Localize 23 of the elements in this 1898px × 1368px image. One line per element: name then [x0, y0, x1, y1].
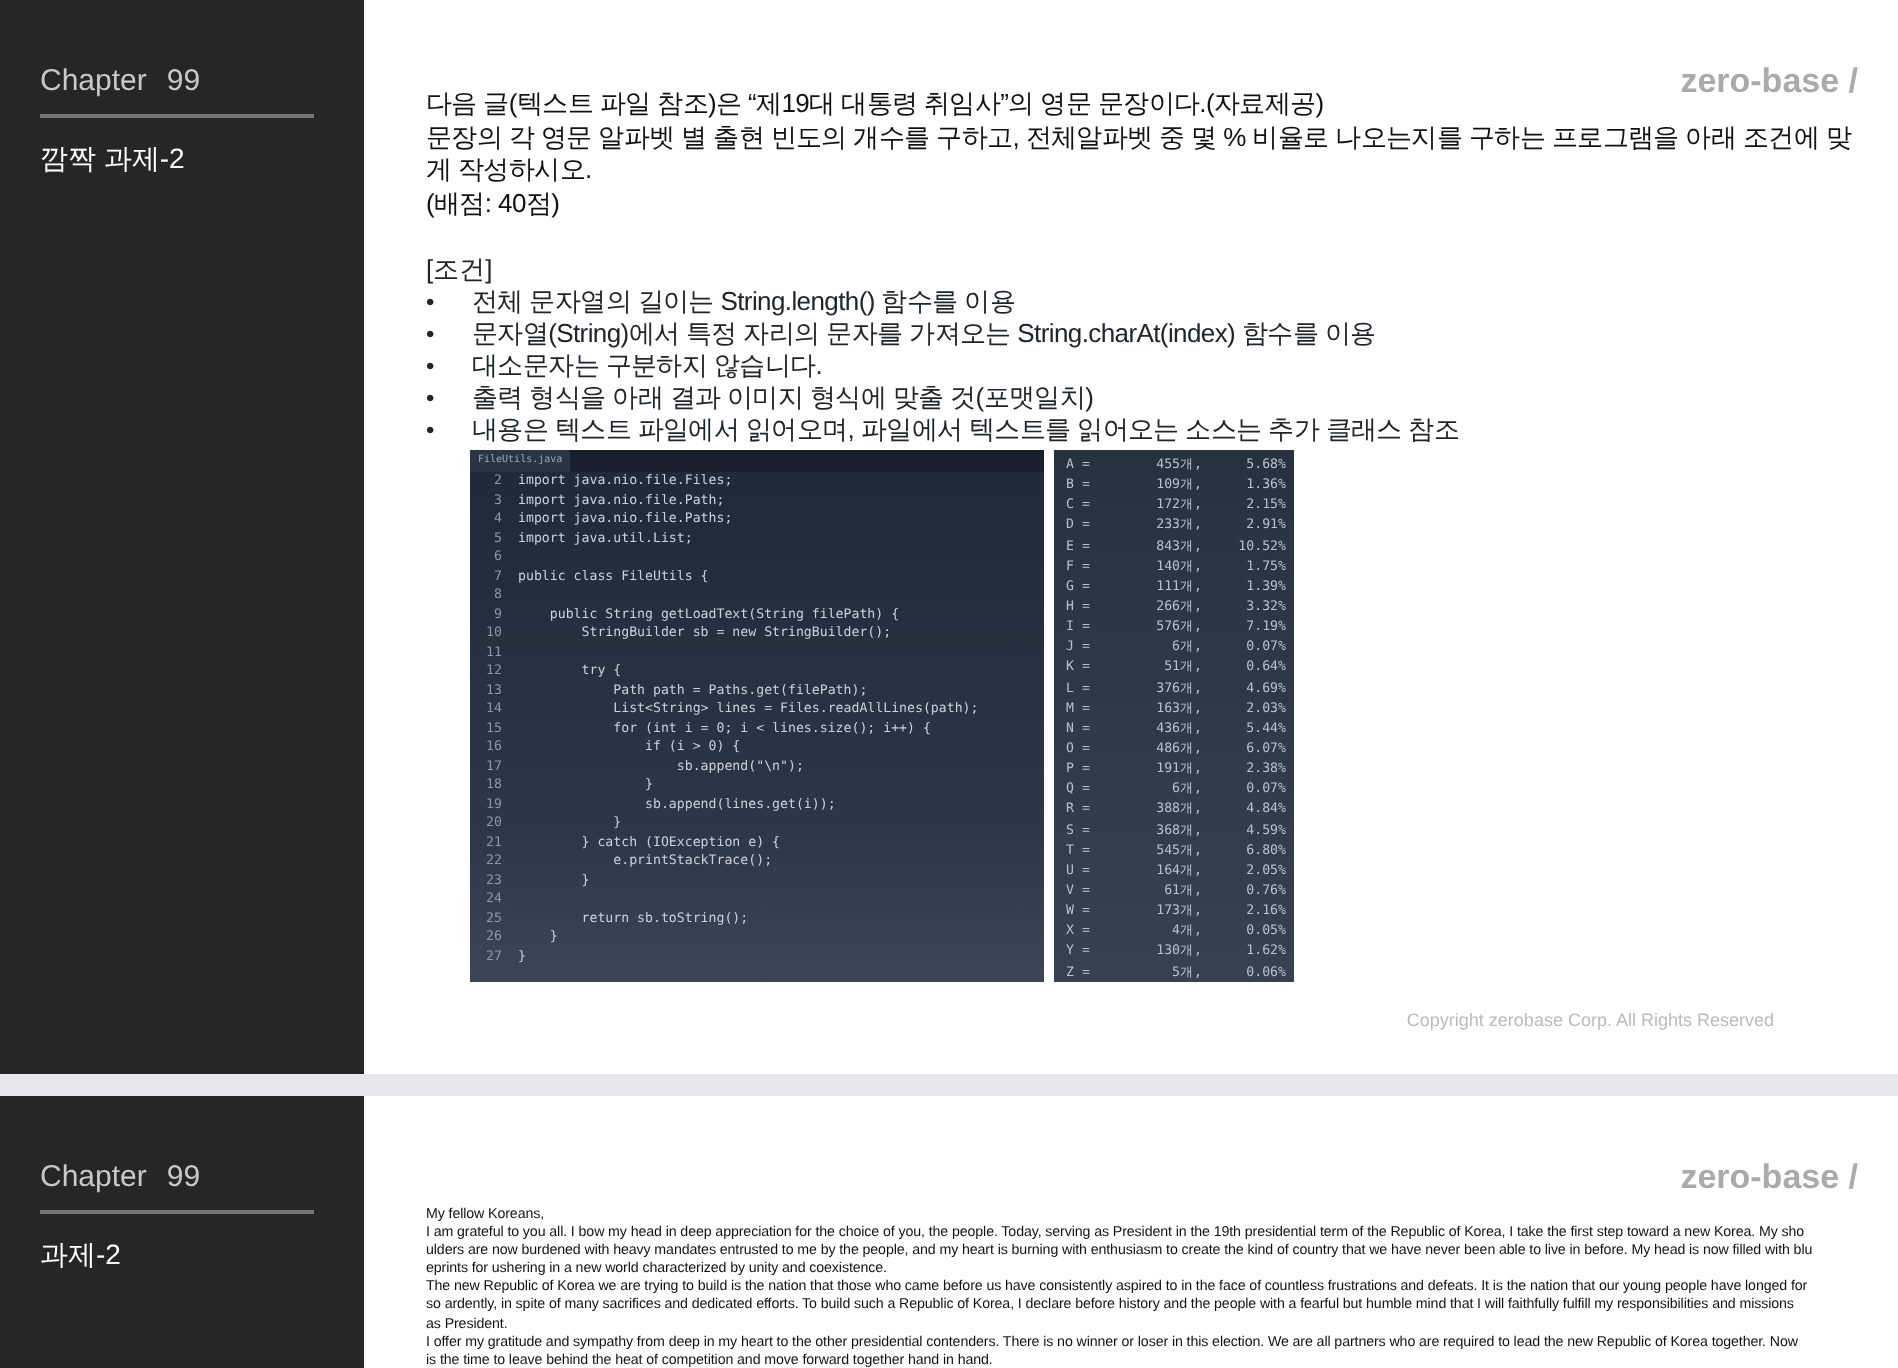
conditions-heading: [조건]	[426, 254, 495, 286]
logo: zero-base /	[1680, 1156, 1858, 1200]
assignment-title: 과제-2	[40, 1235, 123, 1273]
instruction-text: 문장의 각 영문 알파벳 별 출현 빈도의 개수를 구하고, 전체알파벳 중 몇 % 비율로 나오는지를 구하는 프로그램을 아래 조건에 맞게 작성하시오.	[426, 121, 1854, 187]
logo: zero-base /	[1680, 60, 1858, 104]
assignment-title: 깜짝 과제-2	[40, 139, 187, 177]
bullet: •	[426, 318, 436, 350]
instruction-text: 다음 글(텍스트 파일 참조)은 “제19대 대통령 취임사”의 영문 문장이다.(자료제공)	[426, 88, 1326, 121]
bullet: •	[426, 350, 436, 382]
bullet: •	[426, 382, 436, 414]
condition-text: 대소문자는 구분하지 않습니다.	[472, 350, 823, 382]
chapter-label: Chapter	[40, 1158, 147, 1198]
condition-text: 전체 문자열의 길이는 String.length() 함수를 이용	[472, 286, 1016, 318]
copyright-text: Copyright zerobase Corp. All Rights Reserved	[1406, 1007, 1774, 1034]
chapter-number: 99	[166, 62, 201, 102]
condition-text: 문자열(String)에서 특정 자리의 문자를 가져오는 String.charAt(index) 함수를 이용	[472, 318, 1376, 350]
instruction-text: (배점: 40점)	[426, 187, 562, 220]
chapter-label: Chapter	[40, 62, 147, 102]
condition-text: 출력 형식을 아래 결과 이미지 형식에 맞출 것(포맷일치)	[472, 382, 1094, 414]
chapter-number: 99	[166, 1158, 201, 1198]
bullet: •	[426, 286, 436, 318]
condition-text: 내용은 텍스트 파일에서 읽어오며, 파일에서 텍스트를 읽어오는 소스는 추가 클래스 참조	[472, 414, 1460, 446]
bullet: •	[426, 414, 436, 446]
